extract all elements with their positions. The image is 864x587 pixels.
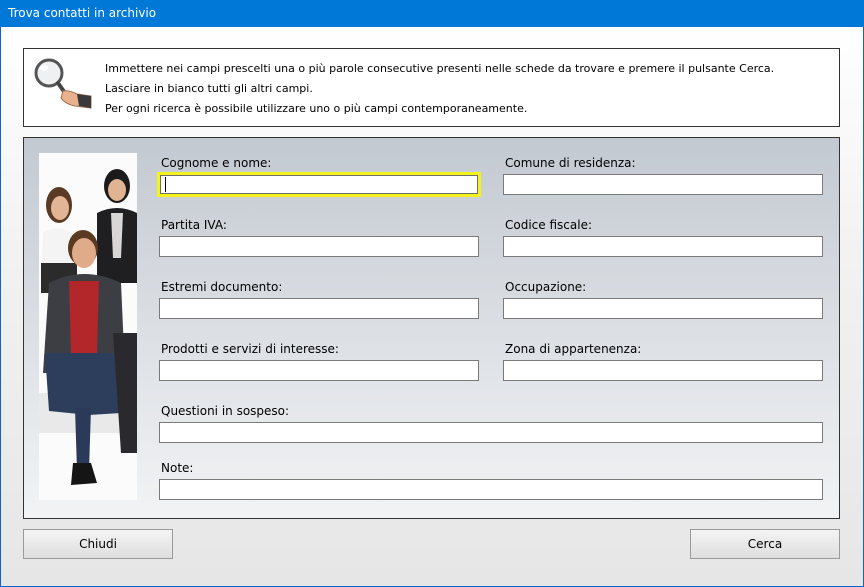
- info-line-2: Lasciare in bianco tutti gli altri campi…: [105, 82, 313, 95]
- search-button[interactable]: Cerca: [690, 529, 840, 559]
- close-button[interactable]: Chiudi: [23, 529, 173, 559]
- questioni-sospeso-input[interactable]: [159, 422, 823, 443]
- label-zona-appartenenza: Zona di appartenenza:: [505, 342, 642, 356]
- magnifier-icon: [34, 58, 92, 109]
- prodotti-servizi-input[interactable]: [159, 360, 479, 381]
- cognome-nome-input[interactable]: [157, 172, 481, 197]
- text-caret: [165, 177, 166, 192]
- label-comune-residenza: Comune di residenza:: [505, 156, 636, 170]
- window-title: Trova contatti in archivio: [8, 6, 157, 20]
- label-partita-iva: Partita IVA:: [161, 218, 227, 232]
- label-estremi-documento: Estremi documento:: [161, 280, 283, 294]
- comune-residenza-input[interactable]: [503, 174, 823, 195]
- label-questioni-sospeso: Questioni in sospeso:: [161, 404, 290, 418]
- info-line-3: Per ogni ricerca è possibile utilizzare …: [105, 102, 528, 115]
- codice-fiscale-input[interactable]: [503, 236, 823, 257]
- label-codice-fiscale: Codice fiscale:: [505, 218, 592, 232]
- label-occupazione: Occupazione:: [505, 280, 587, 294]
- label-note: Note:: [161, 461, 194, 475]
- window-titlebar[interactable]: Trova contatti in archivio: [0, 0, 864, 27]
- people-photo: [39, 153, 137, 500]
- occupazione-input[interactable]: [503, 298, 823, 319]
- partita-iva-input[interactable]: [159, 236, 479, 257]
- zona-appartenenza-input[interactable]: [503, 360, 823, 381]
- label-cognome-nome: Cognome e nome:: [161, 156, 272, 170]
- label-prodotti-servizi: Prodotti e servizi di interesse:: [161, 342, 339, 356]
- note-input[interactable]: [159, 479, 823, 500]
- estremi-documento-input[interactable]: [159, 298, 479, 319]
- info-line-1: Immettere nei campi prescelti una o più …: [105, 62, 775, 75]
